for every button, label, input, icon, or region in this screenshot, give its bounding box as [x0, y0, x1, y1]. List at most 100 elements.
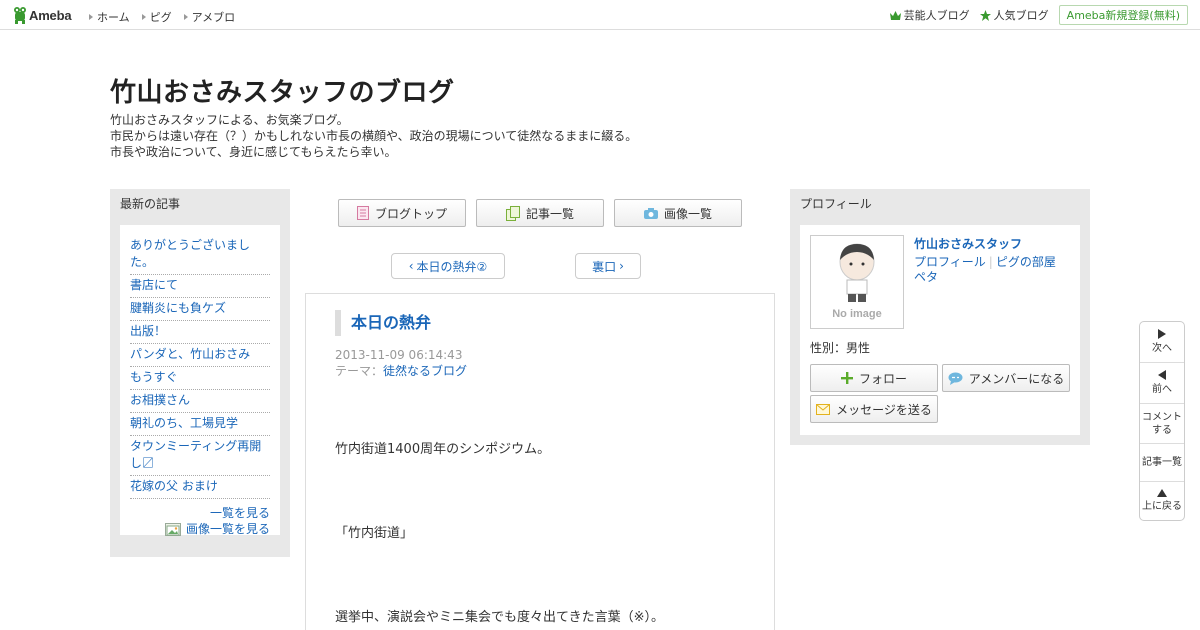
blog-desc-line: 竹山おさみスタッフによる、お気楽ブログ。	[110, 113, 349, 127]
image-list-label: 画像一覧	[663, 206, 712, 221]
star-icon	[979, 9, 991, 21]
prev-entry-button[interactable]: 前へ	[1140, 363, 1184, 404]
prev-article-button[interactable]: ‹ 本日の熱弁②	[391, 253, 505, 279]
blog-desc-line: 市長や政治について、身近に感じてもらえたら幸い。	[110, 145, 397, 159]
profile-link[interactable]: プロフィール	[914, 255, 986, 269]
popular-blog-label: 人気ブログ	[993, 9, 1049, 22]
document-icon	[356, 206, 369, 220]
list-item: 朝礼のち、工場見学	[130, 413, 270, 436]
back-to-top-label: 上に戻る	[1142, 501, 1182, 512]
plus-icon	[840, 372, 853, 384]
send-message-button[interactable]: メッセージを送る	[810, 395, 938, 423]
image-list-icon	[164, 522, 181, 536]
article-paragraph: 竹内街道1400周年のシンポジウム。	[335, 442, 551, 457]
comment-button[interactable]: コメント する	[1140, 404, 1184, 444]
list-item: ありがとうございました。	[130, 235, 270, 275]
pigg-room-link[interactable]: ピグの部屋	[996, 255, 1056, 269]
top-bar: Ameba ホーム ピグ アメブロ 芸能人ブログ 人気ブログ Ameba新規登録…	[0, 0, 1200, 30]
register-button[interactable]: Ameba新規登録(無料)	[1058, 5, 1188, 25]
back-to-top-button[interactable]: 上に戻る	[1140, 482, 1184, 520]
next-article-button[interactable]: 裏口 ›	[575, 253, 641, 279]
comment-label-line2: する	[1152, 424, 1172, 436]
triangle-right-icon	[89, 14, 93, 20]
article-paragraph: 「竹内街道」	[335, 526, 414, 541]
list-item: 書店にて	[130, 275, 270, 298]
recent-article-link[interactable]: 出版！	[130, 324, 166, 338]
recent-article-link[interactable]: 書店にて	[130, 278, 178, 292]
recent-articles-box: 最新の記事 ありがとうございました。 書店にて 腱鞘炎にも負ケズ 出版！ パンダ…	[110, 189, 290, 557]
blog-desc-line: 市民からは遠い存在（？）かもしれない市長の横顔や、政治の現場について徒然なるまま…	[110, 129, 638, 143]
avatar-placeholder-icon	[839, 243, 875, 302]
article-list-side-button[interactable]: 記事一覧	[1140, 444, 1184, 482]
send-message-label: メッセージを送る	[836, 402, 932, 417]
popular-blog-link[interactable]: 人気ブログ	[979, 7, 1049, 23]
recent-article-link[interactable]: タウンミーティング再開し〼	[130, 439, 261, 470]
article-datetime: 2013-11-09 06:14:43	[335, 348, 463, 362]
recent-article-link[interactable]: ありがとうございました。	[130, 238, 250, 269]
list-item: もうすぐ	[130, 367, 270, 390]
recent-article-link[interactable]: パンダと、竹山おさみ	[130, 347, 250, 361]
play-right-icon	[1158, 329, 1166, 339]
chevron-left-icon: ‹	[408, 259, 414, 273]
recent-article-link[interactable]: 朝礼のち、工場見学	[130, 416, 238, 430]
avatar[interactable]: No image	[810, 235, 904, 329]
prev-entry-label: 前へ	[1152, 384, 1172, 395]
follow-button[interactable]: フォロー	[810, 364, 938, 392]
recent-article-link[interactable]: 花嫁の父 おまけ	[130, 479, 218, 493]
floating-side-nav: 次へ 前へ コメント する 記事一覧 上に戻る	[1139, 321, 1185, 521]
see-image-list-link[interactable]: 画像一覧を見る	[186, 521, 270, 537]
play-left-icon	[1158, 370, 1166, 380]
amember-label: アメンバーになる	[968, 371, 1065, 386]
follow-label: フォロー	[858, 371, 907, 386]
next-entry-button[interactable]: 次へ	[1140, 322, 1184, 363]
nav-pigg-label: ピグ	[149, 11, 172, 24]
copy-icon	[505, 205, 520, 221]
no-image-label: No image	[832, 308, 882, 320]
list-item: パンダと、竹山おさみ	[130, 344, 270, 367]
triangle-right-icon	[183, 14, 188, 20]
speech-bubble-icon	[948, 372, 963, 385]
nav-ameblo[interactable]: アメブロ	[183, 9, 235, 25]
celebrity-blog-label: 芸能人ブログ	[903, 9, 970, 22]
triangle-up-icon	[1157, 489, 1167, 497]
recent-article-link[interactable]: お相撲さん	[130, 393, 190, 407]
profile-box: プロフィール No image 竹山おさみスタッフ プロフィール | ピグの部屋 ペ…	[790, 189, 1090, 445]
recent-article-link[interactable]: もうすぐ	[130, 370, 178, 384]
profile-heading: プロフィール	[800, 197, 872, 211]
article-paragraph: 選挙中、演説会やミニ集会でも度々出てきた言葉（※）。	[335, 610, 665, 625]
camera-icon	[643, 207, 658, 219]
article-title[interactable]: 本日の熱弁	[335, 310, 431, 336]
top-right-links: 芸能人ブログ 人気ブログ Ameba新規登録(無料)	[889, 5, 1188, 25]
article: 本日の熱弁 2013-11-09 06:14:43 テーマ：徒然なるブログ 竹内…	[305, 293, 775, 630]
envelope-icon	[816, 403, 831, 415]
see-list-link[interactable]: 一覧を見る	[210, 506, 270, 520]
profile-name[interactable]: 竹山おさみスタッフ	[914, 235, 1022, 252]
blog-title[interactable]: 竹山おさみスタッフのブログ	[110, 72, 455, 109]
recent-articles-heading: 最新の記事	[120, 197, 181, 211]
triangle-right-icon	[141, 14, 146, 20]
nav-pigg[interactable]: ピグ	[141, 9, 172, 25]
ameba-logo[interactable]: Ameba	[13, 6, 72, 24]
top-nav: ホーム ピグ アメブロ	[89, 9, 247, 25]
list-item: タウンミーティング再開し〼	[130, 436, 270, 476]
more-links: 一覧を見る 画像一覧を見る	[130, 505, 270, 537]
crown-icon	[889, 10, 901, 20]
comment-label-line1: コメント	[1142, 411, 1182, 423]
recent-article-link[interactable]: 腱鞘炎にも負ケズ	[130, 301, 226, 315]
theme-link[interactable]: 徒然なるブログ	[383, 364, 467, 378]
article-meta: 2013-11-09 06:14:43 テーマ：徒然なるブログ	[335, 347, 467, 379]
list-item: 出版！	[130, 321, 270, 344]
image-list-button[interactable]: 画像一覧	[614, 199, 742, 227]
ameba-frog-icon	[13, 6, 27, 24]
prev-article-label: 本日の熱弁②	[416, 259, 488, 274]
blog-top-button[interactable]: ブログトップ	[338, 199, 466, 227]
nav-home[interactable]: ホーム	[89, 9, 130, 25]
peta-link[interactable]: ペタ	[914, 270, 938, 284]
amember-button[interactable]: アメンバーになる	[942, 364, 1070, 392]
celebrity-blog-link[interactable]: 芸能人ブログ	[889, 7, 970, 23]
article-list-side-label: 記事一覧	[1142, 457, 1182, 468]
blog-top-label: ブログトップ	[374, 206, 447, 221]
gender-text: 性別：男性	[810, 341, 871, 355]
article-list-button[interactable]: 記事一覧	[476, 199, 604, 227]
recent-articles-list: ありがとうございました。 書店にて 腱鞘炎にも負ケズ 出版！ パンダと、竹山おさ…	[120, 225, 280, 537]
